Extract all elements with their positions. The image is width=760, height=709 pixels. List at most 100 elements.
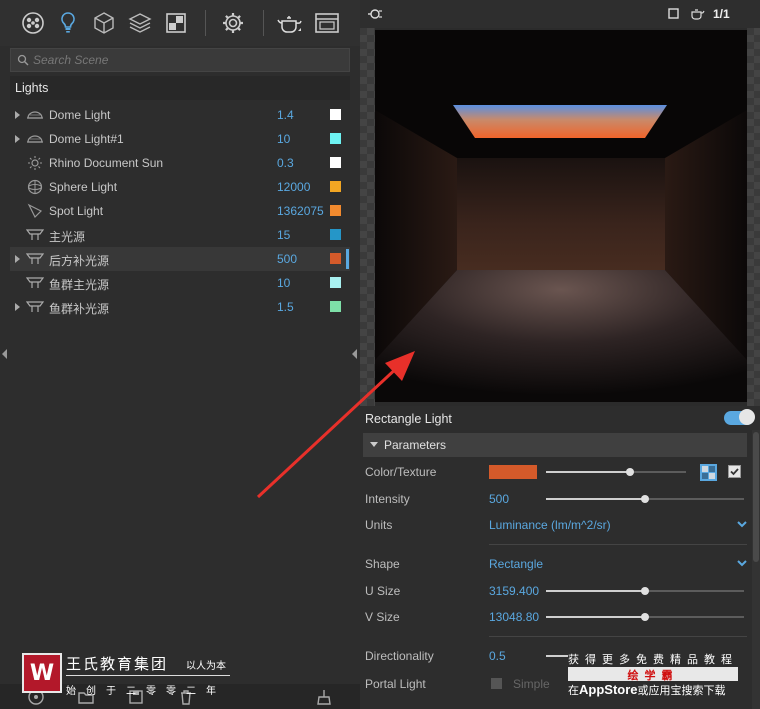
rectangle-light-icon (25, 299, 45, 315)
units-dropdown[interactable]: Luminance (lm/m^2/sr) (489, 518, 611, 532)
watermark-logo: W (22, 653, 62, 693)
cleanup-brush-icon[interactable] (315, 688, 333, 706)
pin-icon[interactable] (367, 6, 383, 22)
light-list-item[interactable]: Sphere Light 12000 (10, 175, 350, 199)
slider-thumb[interactable] (641, 587, 649, 595)
chevron-down-icon[interactable] (736, 518, 748, 530)
asset-toolbar (0, 0, 360, 46)
layers-icon[interactable] (126, 9, 154, 37)
collapse-left-arrow-icon[interactable] (2, 349, 7, 359)
light-list-item[interactable]: Spot Light 1362075 (10, 199, 350, 223)
watermark-title: 王氏教育集团 (66, 656, 169, 673)
portal-light-mode: Simple (513, 677, 550, 691)
color-swatch[interactable] (489, 465, 537, 479)
expand-arrow-icon[interactable] (15, 255, 20, 263)
portal-light-label: Portal Light (365, 677, 426, 691)
teapot-render-icon[interactable] (276, 9, 304, 37)
light-name: Sphere Light (49, 180, 118, 194)
scrollbar-thumb[interactable] (753, 432, 759, 562)
texture-enable-checkbox[interactable] (728, 465, 741, 478)
search-icon (17, 54, 29, 66)
light-list-item[interactable]: 主光源 15 (10, 223, 350, 247)
environment-icon[interactable] (162, 9, 190, 37)
light-list-item[interactable]: 鱼群补光源 1.5 (10, 295, 350, 319)
settings-gear-icon[interactable] (219, 9, 247, 37)
expand-arrow-icon[interactable] (15, 135, 20, 143)
light-color-swatch[interactable] (330, 133, 341, 144)
light-name: Spot Light (49, 204, 104, 218)
light-enable-toggle[interactable] (724, 409, 755, 425)
v-size-value[interactable]: 13048.80 (489, 610, 539, 624)
directionality-slider[interactable] (546, 655, 568, 657)
window-icon[interactable] (313, 9, 341, 37)
watermark-app-name: 绘学霸 (568, 667, 738, 682)
light-color-swatch[interactable] (330, 109, 341, 120)
light-intensity[interactable]: 12000 (277, 180, 327, 194)
u-size-row: U Size 3159.400 (360, 579, 750, 603)
u-size-slider[interactable] (546, 587, 744, 595)
portal-light-checkbox[interactable] (491, 678, 502, 689)
properties-scrollbar[interactable] (752, 430, 760, 709)
light-name: 主光源 (49, 230, 86, 244)
light-color-swatch[interactable] (330, 301, 341, 312)
intensity-value[interactable]: 500 (489, 492, 509, 506)
texture-slot-icon[interactable] (700, 464, 717, 481)
light-intensity[interactable]: 10 (277, 132, 327, 146)
light-intensity[interactable]: 1.4 (277, 108, 327, 122)
section-divider (489, 544, 747, 545)
viewport-border (747, 28, 760, 406)
light-name: Dome Light (49, 108, 111, 122)
expand-arrow-icon[interactable] (15, 111, 20, 119)
rectangle-light-icon (25, 251, 45, 267)
search-input[interactable] (33, 51, 333, 69)
light-intensity[interactable]: 10 (277, 276, 327, 290)
light-bulb-icon[interactable] (54, 9, 82, 37)
expand-arrow-icon[interactable] (15, 303, 20, 311)
light-color-swatch[interactable] (330, 229, 341, 240)
light-intensity[interactable]: 1.5 (277, 300, 327, 314)
material-icon[interactable] (19, 9, 47, 37)
v-size-label: V Size (365, 610, 400, 624)
intensity-slider[interactable] (546, 495, 744, 503)
light-color-swatch[interactable] (330, 253, 341, 264)
units-label: Units (365, 518, 393, 532)
sun-icon (26, 155, 44, 171)
light-list-item[interactable]: Rhino Document Sun 0.3 (10, 151, 350, 175)
slider-thumb[interactable] (641, 613, 649, 621)
slider-fill (546, 616, 645, 618)
render-image (375, 30, 747, 402)
light-color-swatch[interactable] (330, 157, 341, 168)
selection-indicator (346, 249, 349, 269)
directionality-value[interactable]: 0.5 (489, 649, 506, 663)
light-list-item[interactable]: 鱼群主光源 10 (10, 271, 350, 295)
light-intensity[interactable]: 0.3 (277, 156, 327, 170)
units-row: Units Luminance (lm/m^2/sr) (360, 513, 750, 537)
render-viewport[interactable] (375, 30, 747, 402)
light-intensity[interactable]: 1362075 (277, 204, 327, 218)
light-color-swatch[interactable] (330, 181, 341, 192)
shape-dropdown[interactable]: Rectangle (489, 557, 543, 571)
light-color-swatch[interactable] (330, 277, 341, 288)
light-list-item[interactable]: Dome Light 1.4 (10, 103, 350, 127)
parameters-section-header[interactable]: Parameters (363, 433, 747, 457)
directionality-label: Directionality (365, 649, 434, 663)
light-list-item[interactable]: 后方补光源 500 (10, 247, 350, 271)
light-name: 鱼群补光源 (49, 302, 110, 316)
slider-fill (546, 590, 645, 592)
light-intensity[interactable]: 500 (277, 252, 327, 266)
slider-thumb[interactable] (641, 495, 649, 503)
stop-icon[interactable] (668, 8, 679, 19)
light-intensity[interactable]: 15 (277, 228, 327, 242)
light-name: 鱼群主光源 (49, 278, 110, 292)
u-size-value[interactable]: 3159.400 (489, 584, 539, 598)
slider-thumb[interactable] (626, 468, 634, 476)
lights-list: Dome Light 1.4 Dome Light#1 10 Rhino Documen… (10, 103, 350, 319)
chevron-down-icon[interactable] (736, 557, 748, 569)
light-color-swatch[interactable] (330, 205, 341, 216)
light-name: Dome Light#1 (49, 132, 124, 146)
v-size-slider[interactable] (546, 613, 744, 621)
color-texture-slider[interactable] (546, 468, 686, 476)
light-list-item[interactable]: Dome Light#1 10 (10, 127, 350, 151)
teapot-icon[interactable] (689, 6, 705, 20)
object-cube-icon[interactable] (90, 9, 118, 37)
